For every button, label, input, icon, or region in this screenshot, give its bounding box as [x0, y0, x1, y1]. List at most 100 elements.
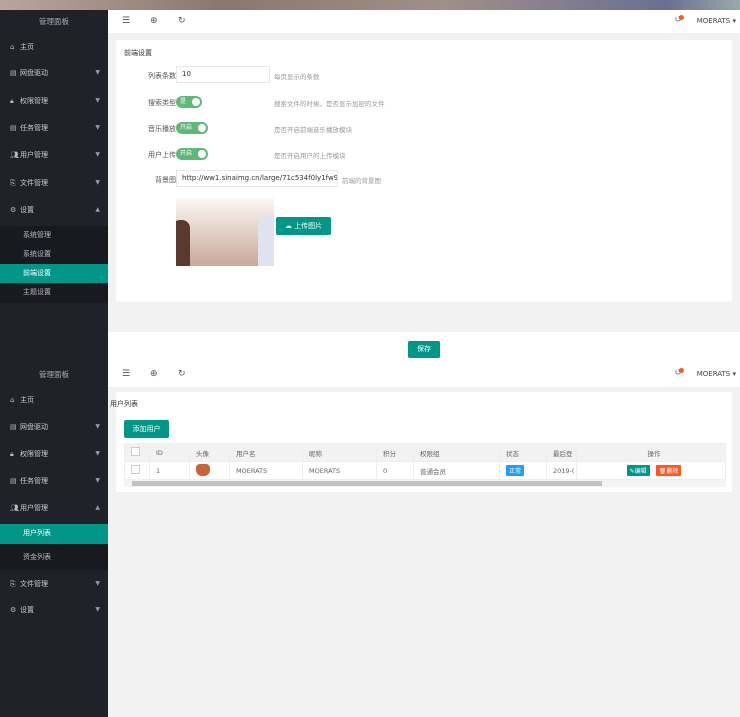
card-title: 用户列表	[110, 400, 138, 408]
label: 文件管理	[20, 580, 48, 588]
sidebar-item-drive[interactable]: ▤ 网盘驱动 ▼	[0, 63, 108, 83]
background-preview-image	[176, 198, 274, 266]
switch-text: 是	[180, 98, 187, 105]
music-switch[interactable]: 开启	[176, 122, 208, 134]
sidebar-subitem[interactable]: 系统管理	[0, 226, 108, 245]
label: 网盘驱动	[20, 423, 48, 431]
label: 权限管理	[20, 450, 48, 458]
sidebar: 管理面板 ⌂ 主页 ▤ 网盘驱动 ▼ 🔒︎ 权限管理 ▼ ▤ 任务管理 ▼ 👥︎用户管理 ▼ ⎘…	[0, 10, 108, 362]
delete-button[interactable]: 🗑︎删除	[655, 465, 682, 476]
field-label: 列表条数	[148, 72, 176, 80]
edit-button[interactable]: ✎编辑	[626, 465, 650, 476]
col-header: 头像	[189, 443, 230, 462]
search-type-switch[interactable]: 是	[176, 96, 202, 108]
col-header: 操作	[576, 443, 726, 462]
sidebar-subitem[interactable]: 系统设置	[0, 245, 108, 264]
sidebar-item-users[interactable]: 👥︎用户管理 ▲	[0, 498, 108, 518]
caret-down-icon: ▼	[95, 151, 100, 158]
background-url-input[interactable]: http://ww1.sinaimg.cn/large/71c534f0ly1f…	[176, 170, 338, 187]
add-user-button[interactable]: 添加用户	[124, 420, 169, 438]
sidebar-item-files[interactable]: ⎘ 文件管理 ▼	[0, 173, 108, 193]
row-checkbox[interactable]	[131, 465, 140, 474]
top-header: ☰ ⊕ ↻ ↺ MOERATS ▾	[108, 10, 740, 33]
sidebar-subitem[interactable]: 主题设置	[0, 283, 108, 303]
sidebar-item-permissions[interactable]: 🔒︎ 权限管理 ▼	[0, 444, 108, 464]
notification-icon[interactable]: ↺	[674, 15, 684, 25]
cell-username: MOERATS	[229, 461, 303, 480]
user-menu[interactable]: MOERATS ▾	[697, 370, 736, 378]
field-label: 音乐播放	[148, 125, 176, 133]
list-count-input[interactable]: 10	[176, 66, 270, 83]
lock-icon: 🔒︎	[10, 450, 14, 458]
globe-icon[interactable]: ⊕	[150, 16, 158, 26]
save-button[interactable]: 保存	[408, 341, 440, 358]
switch-text: 开启	[180, 124, 193, 131]
caret-down-icon: ▼	[95, 69, 100, 76]
home-icon: ⌂	[10, 43, 15, 51]
caret-down-icon: ▼	[95, 580, 100, 587]
scrollbar-thumb[interactable]	[132, 481, 602, 486]
button-label: 删除	[666, 468, 679, 475]
select-all-checkbox[interactable]	[131, 447, 140, 456]
menu-toggle-icon[interactable]: ☰	[122, 369, 130, 379]
sidebar-subitem-active[interactable]: 用户列表	[0, 524, 108, 544]
refresh-icon[interactable]: ↻	[178, 369, 186, 379]
label: 用户管理	[20, 151, 48, 159]
user-list-card: 用户列表 添加用户 ID 头像 用户名 昵称 积分 权限组 状态 最后登 操作 …	[110, 392, 732, 492]
avatar	[196, 463, 210, 476]
notification-icon[interactable]: ↺	[674, 368, 684, 378]
upload-image-button[interactable]: ☁ 上传图片	[276, 217, 331, 235]
button-label: 上传图片	[294, 222, 323, 230]
field-label: 背景图	[155, 176, 176, 184]
users-icon: 👥︎	[10, 504, 19, 512]
sidebar: 管理面板 ⌂ 主页 ▤ 网盘驱动 ▼ 🔒︎ 权限管理 ▼ ▤ 任务管理 ▼ 👥︎用户管理 ▲ 用…	[0, 362, 108, 717]
field-hint: 搜索文件的时候，是否显示加密的文件	[274, 100, 385, 108]
sidebar-item-drive[interactable]: ▤ 网盘驱动 ▼	[0, 417, 108, 437]
label: 主页	[20, 43, 34, 51]
sidebar-item-home[interactable]: ⌂ 主页	[0, 37, 108, 57]
label: 主页	[20, 396, 34, 404]
top-header: ☰ ⊕ ↻ ↺ MOERATS ▾	[108, 362, 740, 387]
label: 设置	[20, 206, 34, 214]
sidebar-subitem[interactable]: 资金列表	[0, 544, 108, 570]
cell-id: 1	[149, 461, 190, 480]
caret-down-icon: ▼	[95, 477, 100, 484]
users-icon: 👥︎	[10, 151, 19, 159]
horizontal-scrollbar[interactable]	[124, 480, 726, 487]
settings-card: 前端设置 列表条数 10 每页显示的条数 搜索类型 是 搜索文件的时候，是否显示…	[116, 40, 732, 302]
caret-down-icon: ▼	[95, 97, 100, 104]
sidebar-item-users[interactable]: 👥︎用户管理 ▼	[0, 145, 108, 165]
username: MOERATS	[696, 370, 731, 378]
sidebar-item-files[interactable]: ⎘ 文件管理 ▼	[0, 574, 108, 594]
sidebar-item-permissions[interactable]: 🔒︎ 权限管理 ▼	[0, 91, 108, 111]
files-icon: ⎘	[10, 580, 16, 588]
label: 设置	[20, 606, 34, 614]
cell-last-login: 2019-(	[546, 461, 577, 480]
sidebar-item-tasks[interactable]: ▤ 任务管理 ▼	[0, 118, 108, 138]
upload-switch[interactable]: 开启	[176, 148, 208, 160]
list-icon: ▤	[10, 423, 17, 431]
field-hint: 是否开启用户的上传模块	[274, 152, 346, 160]
button-label: 编辑	[634, 468, 647, 475]
list-icon: ▤	[10, 69, 17, 77]
sidebar-item-settings[interactable]: ⚙ 设置 ▼	[0, 600, 108, 620]
refresh-icon[interactable]: ↻	[178, 16, 186, 26]
user-menu[interactable]: MOERATS ▾	[697, 17, 736, 25]
label: 文件管理	[20, 179, 48, 187]
sidebar-item-home[interactable]: ⌂ 主页	[0, 390, 108, 410]
sidebar-item-tasks[interactable]: ▤ 任务管理 ▼	[0, 471, 108, 491]
menu-toggle-icon[interactable]: ☰	[122, 16, 130, 26]
col-header: 状态	[499, 443, 547, 462]
label: 用户管理	[20, 504, 48, 512]
col-header: 最后登	[546, 443, 577, 462]
caret-up-icon: ▲	[95, 206, 100, 213]
globe-icon[interactable]: ⊕	[150, 369, 158, 379]
gear-icon: ⚙	[10, 606, 17, 614]
background-banner	[0, 0, 740, 10]
sidebar-subitem-active[interactable]: 前端设置	[0, 264, 108, 283]
sidebar-item-settings[interactable]: ⚙ 设置 ▲	[0, 200, 108, 220]
cloud-upload-icon: ☁	[284, 222, 292, 230]
field-hint: 前端的背景图	[342, 177, 381, 185]
field-hint: 是否开启前端音乐播放模块	[274, 126, 352, 134]
label: 权限管理	[20, 97, 48, 105]
